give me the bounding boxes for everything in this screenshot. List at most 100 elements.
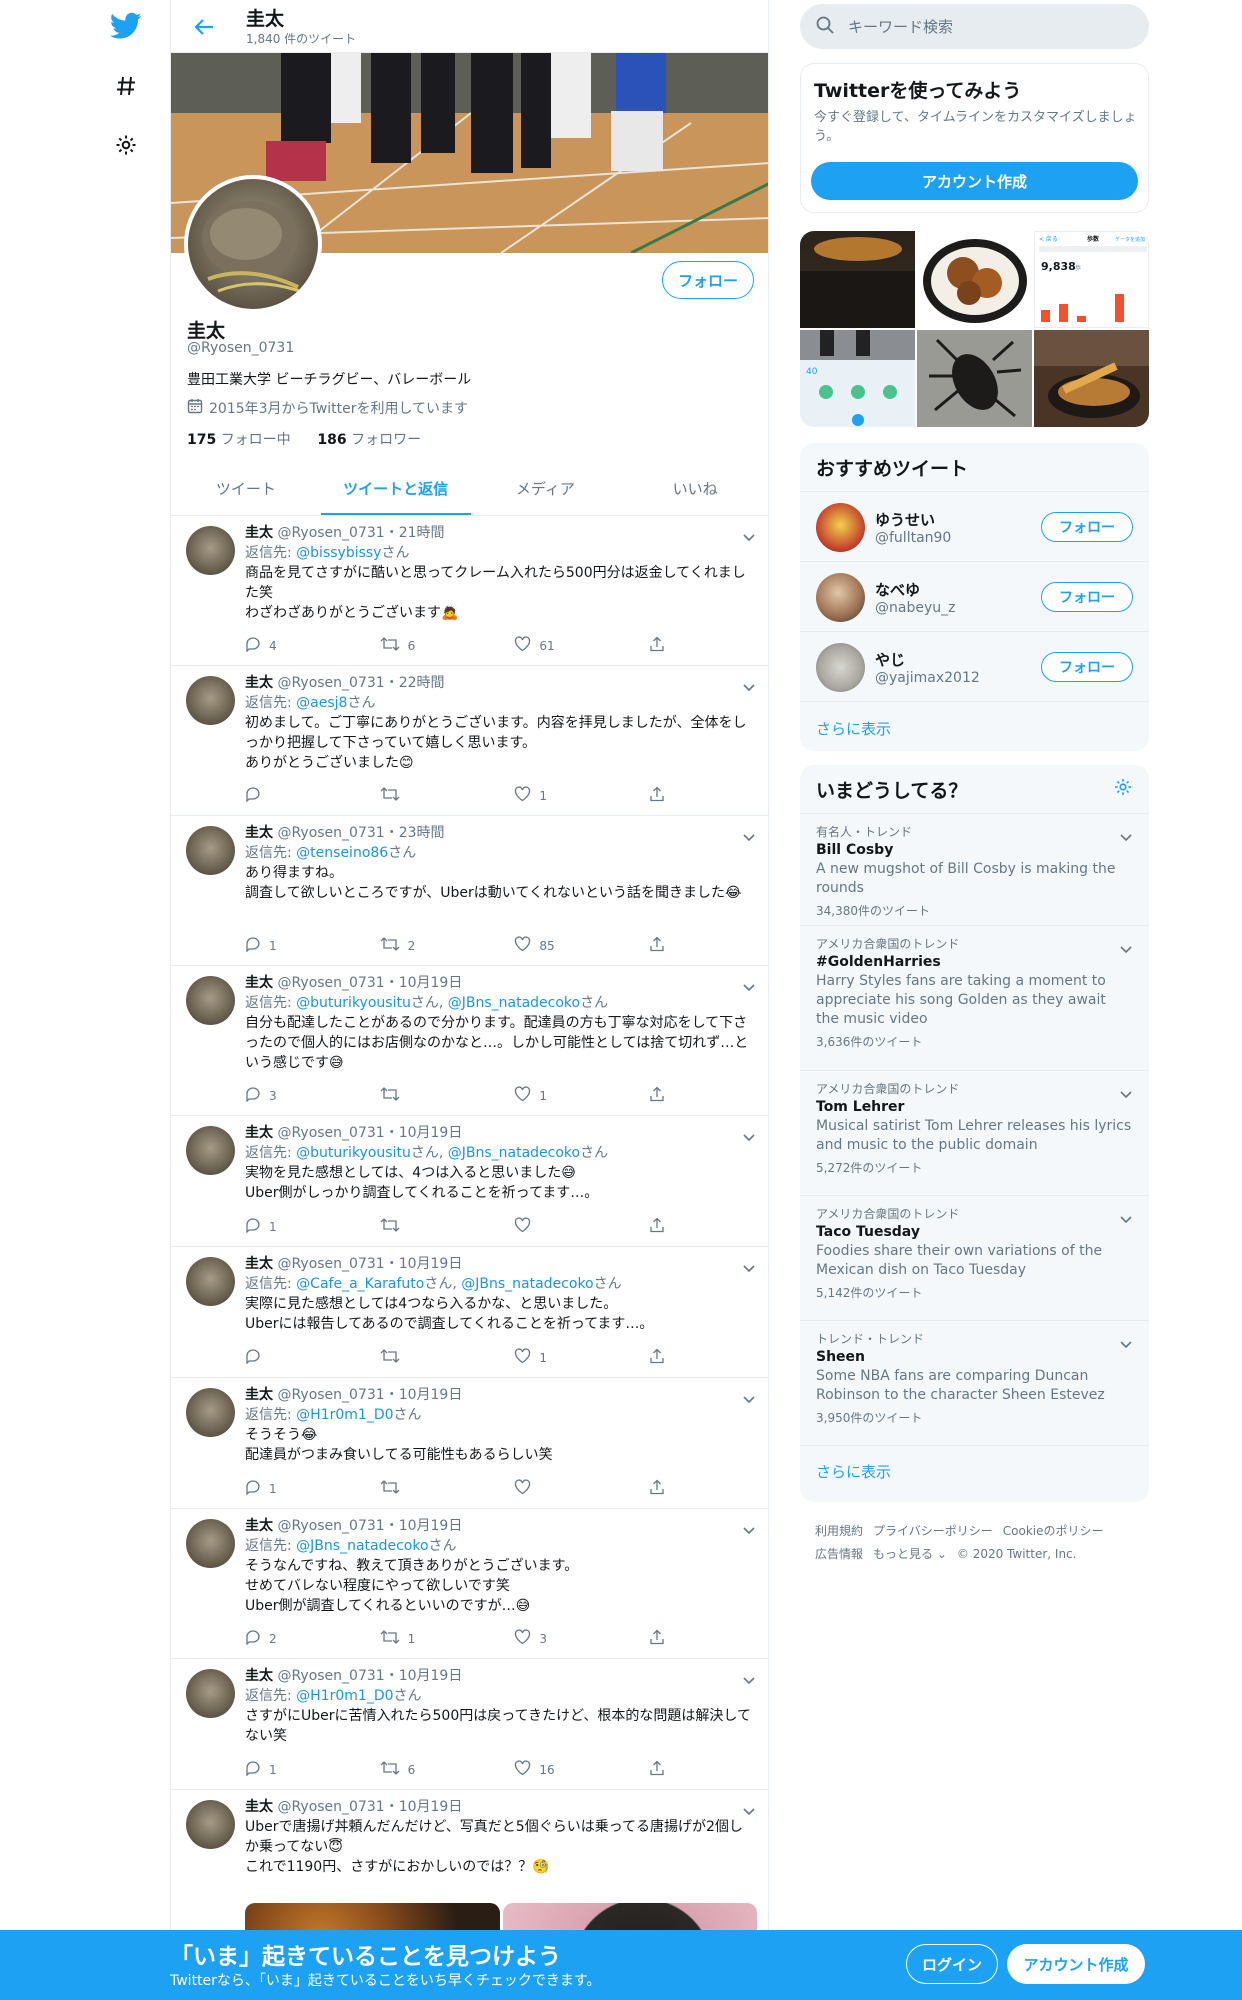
tab-media[interactable]: メディア — [471, 461, 621, 515]
recommended-user[interactable]: ゆうせい @fulltan90 フォロー — [800, 492, 1149, 562]
tweet-author-handle[interactable]: @Ryosen_0731 — [277, 1387, 384, 1403]
show-more-link[interactable]: さらに表示 — [800, 702, 1149, 754]
reply-mention-link[interactable]: @H1r0m1_D0 — [296, 1688, 393, 1704]
trend-item[interactable]: アメリカ合衆国のトレンド #GoldenHarries Harry Styles… — [800, 926, 1149, 1071]
reply-button[interactable]: 2 — [245, 1629, 380, 1648]
chevron-down-icon[interactable] — [1119, 1085, 1133, 1099]
avatar[interactable] — [186, 676, 235, 725]
tweet-author-name[interactable]: 圭太 — [245, 1256, 273, 1272]
show-more-link[interactable]: さらに表示 — [800, 1446, 1149, 1496]
reply-button[interactable]: 1 — [245, 1760, 380, 1779]
trends-settings-gear-icon[interactable] — [1113, 777, 1133, 802]
follow-button[interactable]: フォロー — [1041, 652, 1133, 682]
footer-link-ads[interactable]: 広告情報 — [815, 1547, 863, 1561]
share-button[interactable] — [649, 1086, 665, 1105]
search-box[interactable] — [800, 4, 1149, 49]
tweet-author-handle[interactable]: @Ryosen_0731 — [277, 1125, 384, 1141]
avatar[interactable] — [186, 1388, 235, 1437]
like-button[interactable]: 3 — [514, 1629, 649, 1648]
follow-button[interactable]: フォロー — [1041, 512, 1133, 542]
tab-likes[interactable]: いいね — [620, 461, 768, 515]
share-button[interactable] — [649, 786, 665, 805]
tweet-time[interactable]: 10月19日 — [399, 1387, 463, 1403]
retweet-button[interactable]: 2 — [380, 936, 515, 955]
tweet-author-name[interactable]: 圭太 — [245, 675, 273, 691]
like-button[interactable]: 61 — [514, 636, 649, 655]
chevron-down-icon[interactable] — [1119, 940, 1133, 954]
tweet-author-name[interactable]: 圭太 — [245, 525, 273, 541]
share-button[interactable] — [649, 1760, 665, 1779]
tweet-author-handle[interactable]: @Ryosen_0731 — [277, 675, 384, 691]
avatar[interactable] — [186, 1800, 235, 1849]
tab-tweets-and-replies[interactable]: ツイートと返信 — [320, 461, 471, 515]
search-input[interactable] — [848, 17, 1108, 36]
reply-button[interactable] — [245, 786, 380, 805]
media-thumb-6[interactable] — [1034, 330, 1149, 427]
trend-item[interactable]: トレンド・トレンド Sheen Some NBA fans are compar… — [800, 1321, 1149, 1446]
tweet-author-name[interactable]: 圭太 — [245, 1518, 273, 1534]
media-thumb-1[interactable] — [800, 231, 915, 328]
share-button[interactable] — [649, 1629, 665, 1648]
reply-mention-link[interactable]: @buturikyousitu — [296, 995, 411, 1011]
reply-button[interactable] — [245, 1348, 380, 1367]
tweet-author-name[interactable]: 圭太 — [245, 1387, 273, 1403]
reply-mention-link[interactable]: @JBns_natadecoko — [461, 1276, 593, 1292]
reply-mention-link[interactable]: @aesj8 — [296, 695, 347, 711]
followers-link[interactable]: 186 フォロワー — [317, 432, 421, 448]
tweet[interactable]: 圭太 @Ryosen_0731・10月19日 返信先: @H1r0m1_D0さん… — [171, 1378, 768, 1509]
tweet-author-name[interactable]: 圭太 — [245, 1668, 273, 1684]
avatar[interactable] — [186, 1519, 235, 1568]
tweet[interactable]: 圭太 @Ryosen_0731・10月19日 返信先: @buturikyous… — [171, 966, 768, 1116]
tweet[interactable]: 圭太 @Ryosen_0731・10月19日 返信先: @Cafe_a_Kara… — [171, 1247, 768, 1378]
reply-mention-link[interactable]: @Cafe_a_Karafuto — [296, 1276, 424, 1292]
like-button[interactable]: 16 — [514, 1760, 649, 1779]
tweet[interactable]: 圭太 @Ryosen_0731・10月19日 返信先: @JBns_natade… — [171, 1509, 768, 1659]
reply-mention-link[interactable]: @JBns_natadecoko — [448, 1145, 580, 1161]
tweet-author-name[interactable]: 圭太 — [245, 1799, 273, 1815]
tweet-author-handle[interactable]: @Ryosen_0731 — [277, 825, 384, 841]
tweet-author-handle[interactable]: @Ryosen_0731 — [277, 1256, 384, 1272]
retweet-button[interactable] — [380, 1086, 515, 1105]
tweet-time[interactable]: 10月19日 — [399, 1668, 463, 1684]
reply-mention-link[interactable]: @buturikyousitu — [296, 1145, 411, 1161]
reply-mention-link[interactable]: @bissybissy — [296, 545, 381, 561]
tweet-author-handle[interactable]: @Ryosen_0731 — [277, 525, 384, 541]
tweet-author-handle[interactable]: @Ryosen_0731 — [277, 1668, 384, 1684]
trend-item[interactable]: アメリカ合衆国のトレンド Taco Tuesday Foodies share … — [800, 1196, 1149, 1321]
tweet-author-handle[interactable]: @Ryosen_0731 — [277, 1518, 384, 1534]
retweet-button[interactable] — [380, 1217, 515, 1236]
tweet[interactable]: 圭太 @Ryosen_0731・22時間 返信先: @aesj8さん 初めまして… — [171, 666, 768, 816]
settings-gear-icon[interactable] — [106, 125, 146, 165]
chevron-down-icon[interactable] — [1119, 828, 1133, 842]
twitter-logo-icon[interactable] — [106, 6, 146, 46]
login-button[interactable]: ログイン — [906, 1944, 998, 1984]
retweet-button[interactable] — [380, 786, 515, 805]
following-link[interactable]: 175 フォロー中 — [187, 432, 291, 448]
profile-avatar[interactable] — [184, 175, 322, 313]
reply-mention-link[interactable]: @tenseino86 — [296, 845, 388, 861]
media-thumb-3[interactable]: < 戻る 歩数 データを追加 9,838 歩 — [1034, 231, 1149, 328]
tweet-time[interactable]: 21時間 — [399, 525, 445, 541]
avatar[interactable] — [186, 526, 235, 575]
like-button[interactable]: 85 — [514, 936, 649, 955]
tweet-time[interactable]: 10月19日 — [399, 975, 463, 991]
share-button[interactable] — [649, 936, 665, 955]
tweet[interactable]: 圭太 @Ryosen_0731・10月19日 返信先: @H1r0m1_D0さん… — [171, 1659, 768, 1790]
reply-mention-link[interactable]: @JBns_natadecoko — [296, 1538, 428, 1554]
avatar[interactable] — [186, 826, 235, 875]
reply-button[interactable]: 4 — [245, 636, 380, 655]
trend-item[interactable]: 有名人・トレンド Bill Cosby A new mugshot of Bil… — [800, 814, 1149, 926]
tweet-time[interactable]: 10月19日 — [399, 1799, 463, 1815]
tweet-author-handle[interactable]: @Ryosen_0731 — [277, 975, 384, 991]
like-button[interactable] — [514, 1217, 649, 1236]
tweet-time[interactable]: 10月19日 — [399, 1125, 463, 1141]
trend-item[interactable]: アメリカ合衆国のトレンド Tom Lehrer Musical satirist… — [800, 1071, 1149, 1196]
tweet-time[interactable]: 23時間 — [399, 825, 445, 841]
avatar[interactable] — [186, 1257, 235, 1306]
chevron-down-icon[interactable] — [1119, 1335, 1133, 1349]
reply-mention-link[interactable]: @JBns_natadecoko — [448, 995, 580, 1011]
retweet-button[interactable] — [380, 1479, 515, 1498]
like-button[interactable]: 1 — [514, 786, 649, 805]
footer-link-terms[interactable]: 利用規約 — [815, 1524, 863, 1538]
reply-button[interactable]: 3 — [245, 1086, 380, 1105]
